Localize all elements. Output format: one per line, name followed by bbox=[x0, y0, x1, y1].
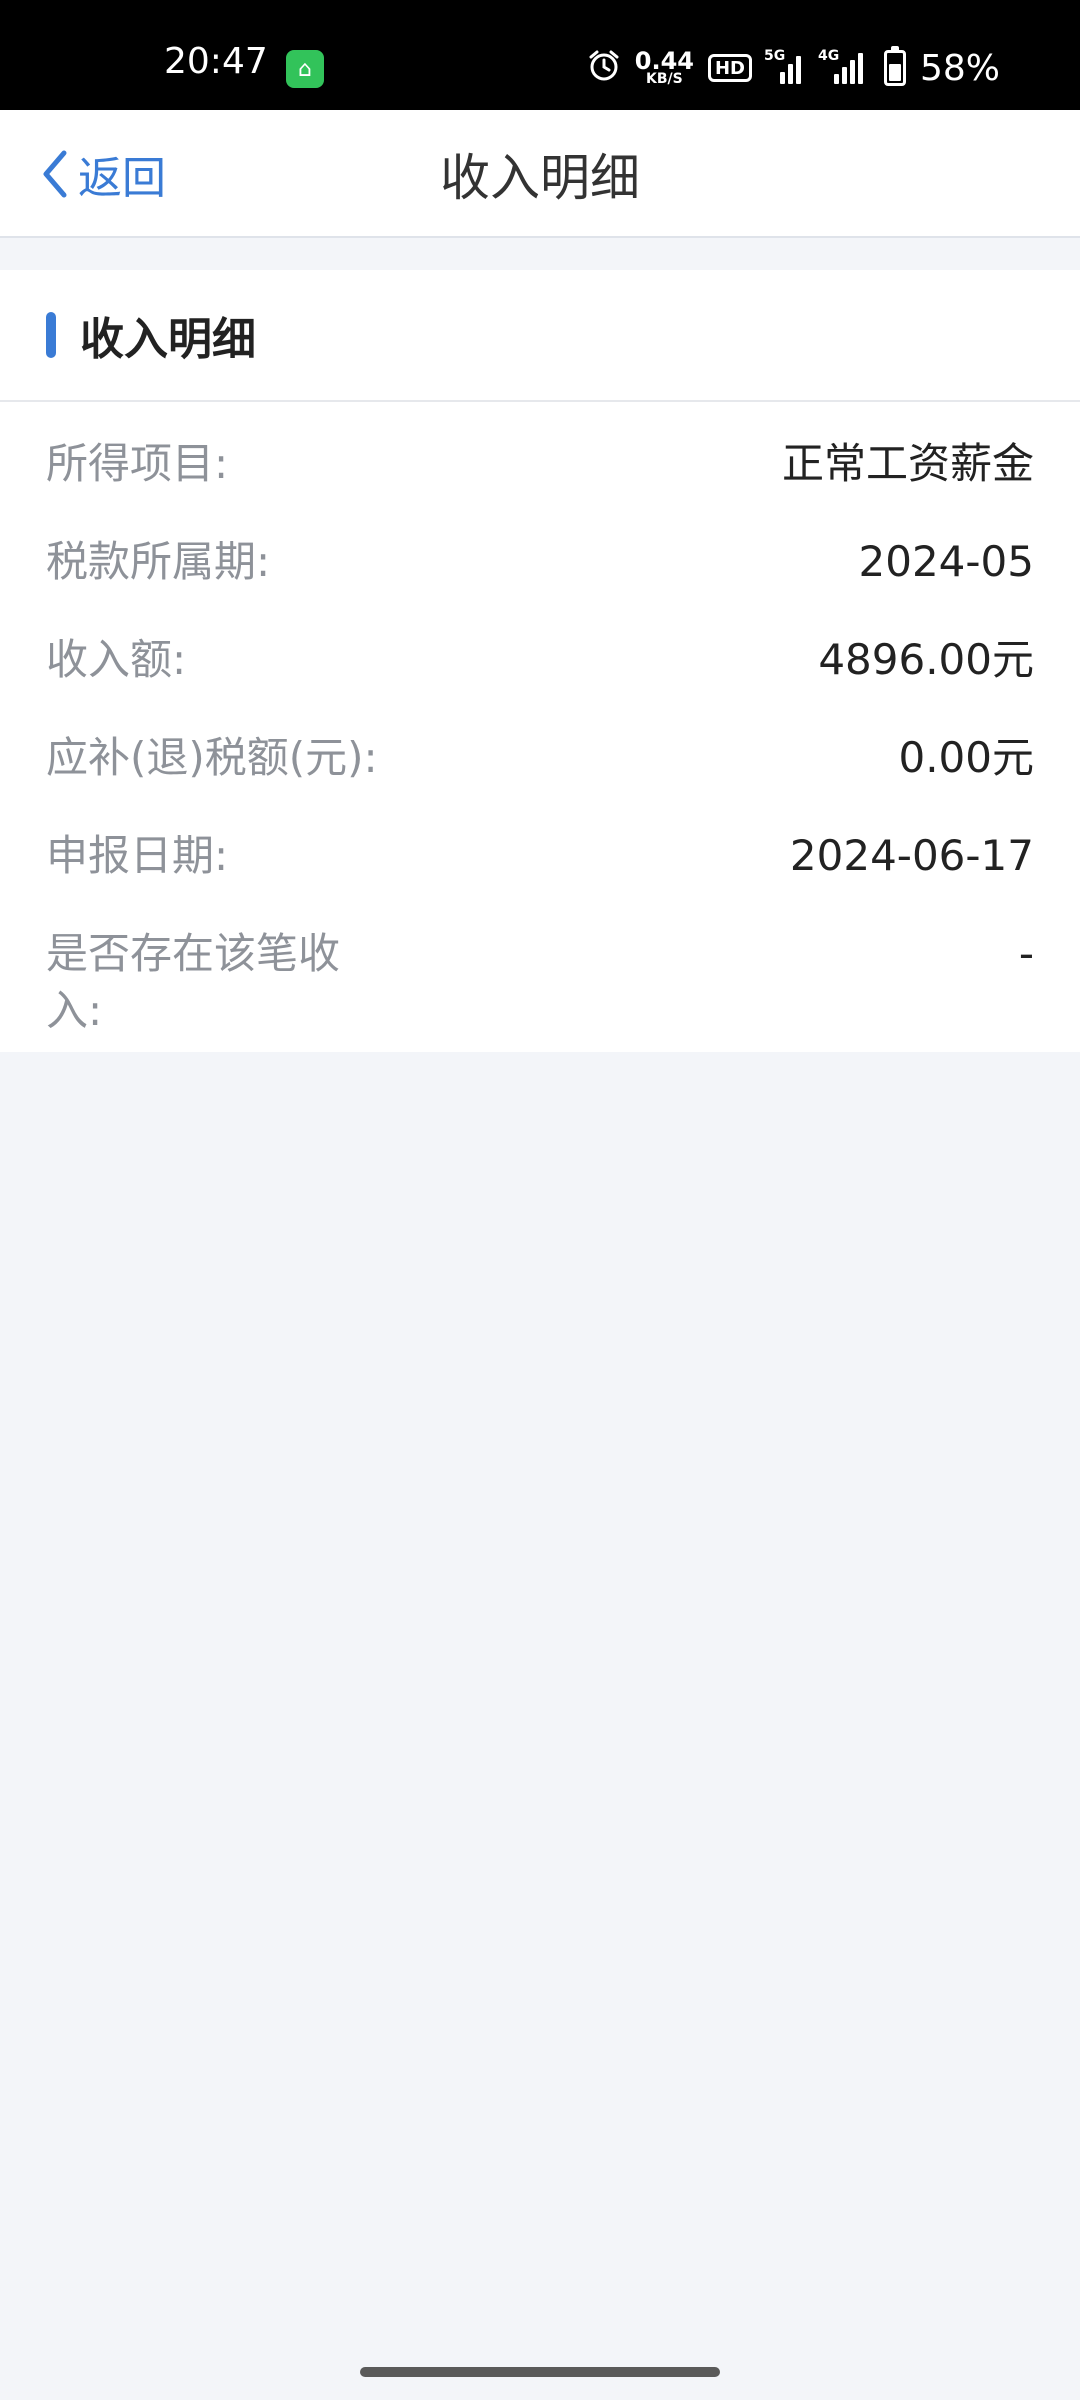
hd-icon: HD bbox=[707, 54, 752, 82]
nav-bar: 返回 收入明细 bbox=[0, 110, 1080, 238]
battery-icon bbox=[883, 46, 906, 86]
row-value: 0.00元 bbox=[898, 733, 1034, 782]
signal-4g-label: 4G bbox=[817, 48, 840, 64]
back-button-label: 返回 bbox=[78, 153, 166, 204]
row-label: 税款所属期: bbox=[46, 537, 271, 586]
battery-level-fill bbox=[888, 63, 901, 81]
back-button[interactable]: 返回 bbox=[40, 110, 166, 238]
battery-percent: 58% bbox=[919, 47, 1000, 89]
detail-row-tax-period: 税款所属期: 2024-05 bbox=[46, 500, 1034, 598]
row-value: 2024-05 bbox=[858, 537, 1035, 586]
row-label: 是否存在该笔收入: bbox=[46, 929, 341, 1035]
detail-row-income-item: 所得项目: 正常工资薪金 bbox=[46, 402, 1034, 500]
detail-list: 所得项目: 正常工资薪金 税款所属期: 2024-05 收入额: 4896.00… bbox=[0, 402, 1080, 1035]
app-notification-icon: ⌂ bbox=[286, 50, 324, 88]
detail-row-filing-date: 申报日期: 2024-06-17 bbox=[46, 794, 1034, 892]
row-label: 所得项目: bbox=[46, 439, 229, 488]
alarm-icon bbox=[587, 49, 621, 87]
row-value: 正常工资薪金 bbox=[781, 439, 1034, 488]
row-label: 应补(退)税额(元): bbox=[46, 733, 378, 782]
row-label: 申报日期: bbox=[46, 831, 229, 880]
card-title: 收入明细 bbox=[80, 314, 256, 365]
row-label: 收入额: bbox=[46, 635, 187, 684]
row-value: 2024-06-17 bbox=[789, 831, 1034, 880]
detail-row-income-exists: 是否存在该笔收入: - bbox=[46, 892, 1034, 1035]
signal-5g-label: 5G bbox=[763, 48, 786, 64]
income-detail-card: 收入明细 所得项目: 正常工资薪金 税款所属期: 2024-05 收入额: 48… bbox=[0, 270, 1080, 1052]
status-icons: 0.44 KB/S HD 5G 4G 58% bbox=[587, 44, 1000, 92]
row-value: 4896.00元 bbox=[818, 635, 1034, 684]
signal-4g-icon: 4G bbox=[818, 48, 870, 84]
network-speed: 0.44 KB/S bbox=[634, 46, 694, 87]
section-accent-bar bbox=[46, 312, 56, 358]
network-speed-value: 0.44 bbox=[634, 46, 694, 75]
home-indicator[interactable] bbox=[360, 2367, 720, 2377]
signal-5g-icon: 5G bbox=[764, 48, 806, 84]
detail-row-tax-due: 应补(退)税额(元): 0.00元 bbox=[46, 696, 1034, 794]
chevron-left-icon bbox=[43, 150, 67, 198]
detail-row-income-amount: 收入额: 4896.00元 bbox=[46, 598, 1034, 696]
status-bar: 20:47 ⌂ 0.44 KB/S HD 5G 4G 58% bbox=[0, 0, 1080, 110]
network-speed-unit: KB/S bbox=[646, 70, 683, 87]
status-time: 20:47 bbox=[164, 41, 268, 82]
row-value: - bbox=[1018, 929, 1034, 978]
card-header: 收入明细 bbox=[0, 270, 1080, 402]
